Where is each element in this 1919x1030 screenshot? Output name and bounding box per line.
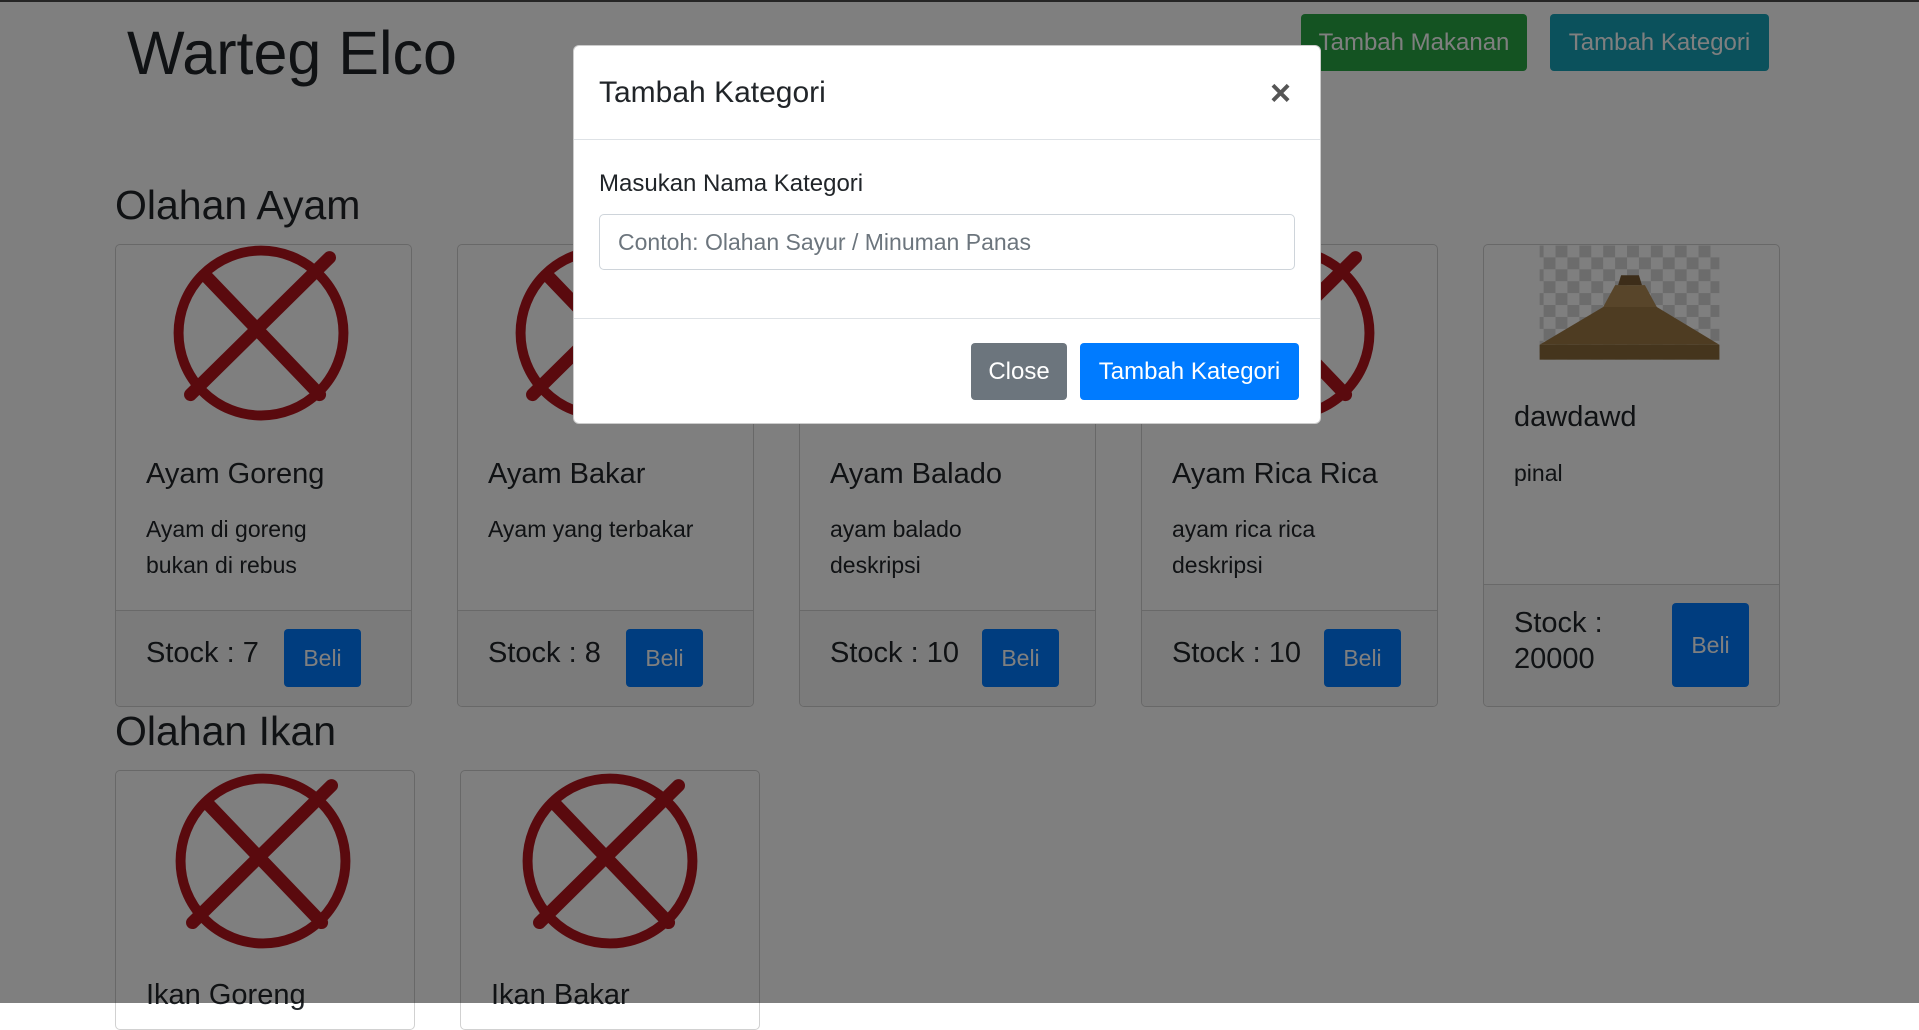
modal-footer-divider <box>574 318 1320 319</box>
add-category-modal: Tambah Kategori × Masukan Nama Kategori … <box>573 45 1321 424</box>
category-name-input[interactable] <box>599 214 1295 270</box>
close-icon[interactable]: × <box>1270 72 1291 114</box>
close-button[interactable]: Close <box>971 343 1067 400</box>
modal-header-divider <box>574 139 1320 140</box>
modal-title: Tambah Kategori <box>599 76 826 109</box>
category-name-label: Masukan Nama Kategori <box>599 170 864 197</box>
submit-category-button[interactable]: Tambah Kategori <box>1080 343 1299 400</box>
